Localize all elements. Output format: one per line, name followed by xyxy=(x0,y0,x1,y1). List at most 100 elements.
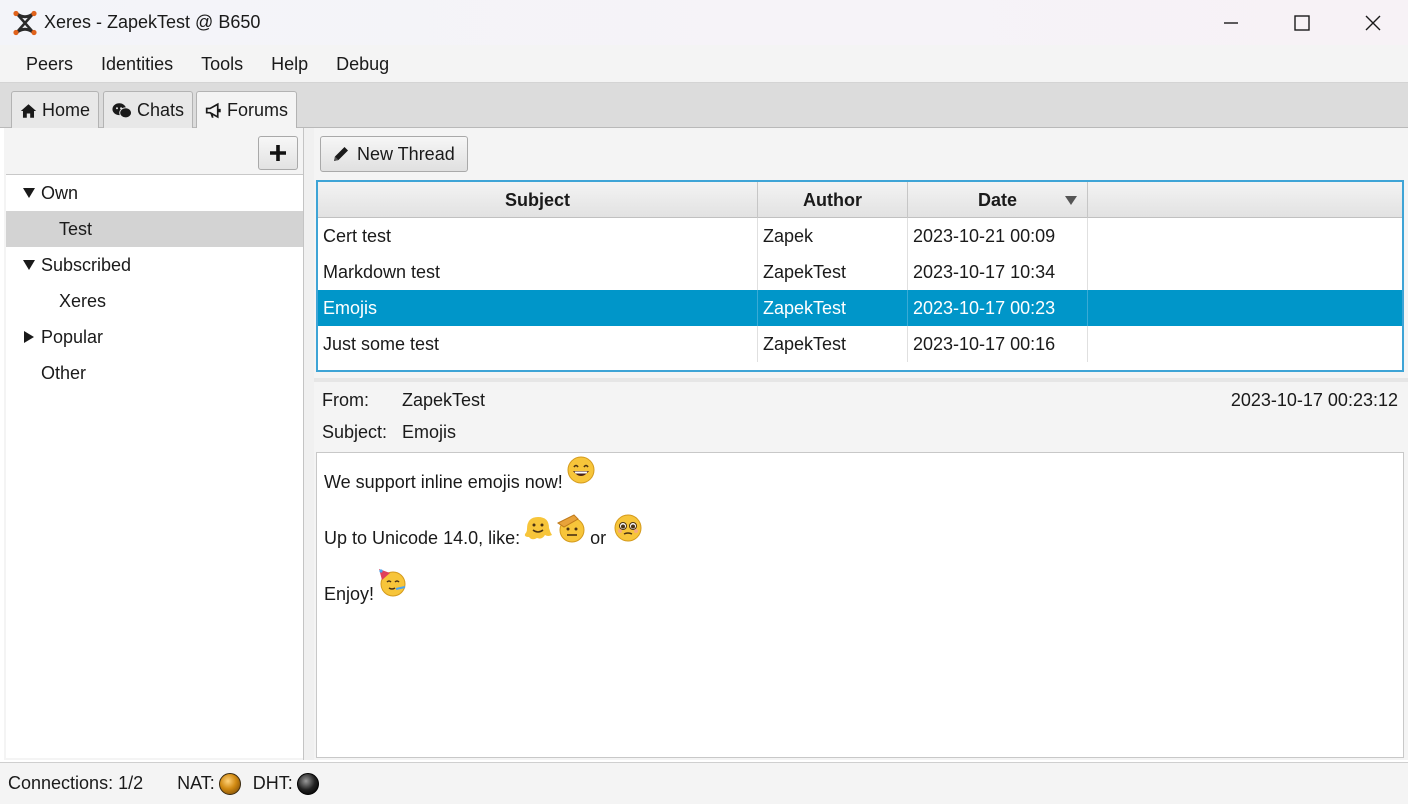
cell-subject: Just some test xyxy=(318,326,758,362)
tab-forums-label: Forums xyxy=(226,100,288,120)
table-row[interactable]: Markdown test ZapekTest 2023-10-17 10:34 xyxy=(318,254,1402,290)
tree-item-other[interactable]: Other xyxy=(6,355,303,391)
menu-tools[interactable]: Tools xyxy=(187,45,257,83)
from-value: ZapekTest xyxy=(402,390,486,410)
cell-filler xyxy=(1088,326,1402,362)
tree-item-subscribed[interactable]: Subscribed xyxy=(6,247,303,283)
status-bar: Connections: 1/2 NAT: DHT: xyxy=(0,762,1408,804)
close-button[interactable] xyxy=(1337,0,1408,45)
app-logo-icon xyxy=(13,10,37,35)
window-title: Xeres - ZapekTest @ B650 xyxy=(44,12,261,32)
add-forum-button[interactable] xyxy=(258,136,298,170)
tab-home-label: Home xyxy=(41,100,90,120)
cell-date: 2023-10-17 00:23 xyxy=(908,290,1088,326)
cell-author: Zapek xyxy=(758,218,908,254)
megaphone-icon xyxy=(205,102,221,118)
menu-peers[interactable]: Peers xyxy=(12,45,87,83)
sort-descending-icon xyxy=(1065,196,1077,205)
tree-label: Own xyxy=(41,182,79,203)
tree-label: Test xyxy=(59,218,93,239)
pencil-icon xyxy=(334,147,348,161)
tab-home[interactable]: Home xyxy=(11,91,99,129)
window-controls xyxy=(1195,0,1408,45)
new-thread-label: New Thread xyxy=(357,143,455,164)
table-row[interactable]: Cert test Zapek 2023-10-21 00:09 xyxy=(318,218,1402,254)
close-icon xyxy=(1365,15,1380,30)
tree-item-test[interactable]: Test xyxy=(6,211,303,247)
message-line: Up to Unicode 14.0, like: or xyxy=(324,513,1396,549)
cell-author: ZapekTest xyxy=(758,290,908,326)
message-line: Enjoy! xyxy=(324,569,1396,605)
minimize-icon xyxy=(1223,21,1238,24)
tree-label: Subscribed xyxy=(41,254,132,275)
tree-item-xeres[interactable]: Xeres xyxy=(6,283,303,319)
holding-back-tears-emoji-icon xyxy=(614,514,642,542)
home-icon xyxy=(20,103,37,118)
menu-bar: Peers Identities Tools Help Debug xyxy=(0,45,1408,83)
thread-table: Subject Author Date Cert test Zapek 2023… xyxy=(316,180,1404,372)
expand-arrow-icon[interactable] xyxy=(22,186,36,200)
column-header-date-label: Date xyxy=(977,189,1017,210)
cell-filler xyxy=(1088,218,1402,254)
tree-label: Popular xyxy=(41,326,104,347)
dht-status-indicator-icon xyxy=(296,772,319,795)
tab-strip: Home Chats Forums xyxy=(0,83,1408,129)
tree-item-own[interactable]: Own xyxy=(6,175,303,211)
maximize-button[interactable] xyxy=(1266,0,1337,45)
nat-status-indicator-icon xyxy=(218,772,241,795)
plus-icon xyxy=(270,145,286,161)
cell-filler xyxy=(1088,254,1402,290)
column-header-author[interactable]: Author xyxy=(758,182,908,218)
message-text: Up to Unicode 14.0, like: xyxy=(324,528,521,548)
message-line: We support inline emojis now! xyxy=(324,456,1396,493)
menu-identities[interactable]: Identities xyxy=(87,45,187,83)
cell-subject: Cert test xyxy=(318,218,758,254)
cell-date: 2023-10-21 00:09 xyxy=(908,218,1088,254)
split-divider[interactable] xyxy=(304,128,314,760)
table-header: Subject Author Date xyxy=(318,182,1402,218)
connections-status: Connections: 1/2 xyxy=(8,773,144,793)
message-timestamp: 2023-10-17 00:23:12 xyxy=(1230,390,1398,410)
table-row-selected[interactable]: Emojis ZapekTest 2023-10-17 00:23 xyxy=(318,290,1402,326)
menu-help[interactable]: Help xyxy=(257,45,322,83)
tree-item-popular[interactable]: Popular xyxy=(6,319,303,355)
cell-date: 2023-10-17 10:34 xyxy=(908,254,1088,290)
forum-tree: Own Test Subscribed Xeres Popular Other xyxy=(6,174,303,758)
tab-forums[interactable]: Forums xyxy=(196,91,297,129)
forum-content-panel: New Thread Subject Author Date Cert test… xyxy=(314,128,1408,760)
dht-label: DHT: xyxy=(252,773,293,793)
cell-date: 2023-10-17 00:16 xyxy=(908,326,1088,362)
tab-chats-label: Chats xyxy=(136,100,184,120)
forum-list-panel: Own Test Subscribed Xeres Popular Other xyxy=(4,128,304,760)
cell-subject: Markdown test xyxy=(318,254,758,290)
saluting-face-emoji-icon xyxy=(557,514,585,543)
tree-label: Xeres xyxy=(59,290,107,311)
column-header-date[interactable]: Date xyxy=(908,182,1088,218)
cell-author: ZapekTest xyxy=(758,254,908,290)
collapse-arrow-icon[interactable] xyxy=(22,330,36,344)
message-header: From: ZapekTest 2023-10-17 00:23:12 Subj… xyxy=(314,382,1408,452)
subject-label: Subject: xyxy=(322,422,388,442)
subject-value: Emojis xyxy=(402,422,457,442)
new-thread-button[interactable]: New Thread xyxy=(320,136,468,172)
expand-arrow-icon[interactable] xyxy=(22,258,36,272)
column-header-subject[interactable]: Subject xyxy=(318,182,758,218)
melting-face-emoji-icon xyxy=(524,517,553,540)
nat-label: NAT: xyxy=(177,773,215,793)
table-row[interactable]: Just some test ZapekTest 2023-10-17 00:1… xyxy=(318,326,1402,362)
chat-icon xyxy=(112,102,132,118)
message-text: Enjoy! xyxy=(324,584,375,604)
maximize-icon xyxy=(1293,14,1310,31)
tab-chats[interactable]: Chats xyxy=(103,91,193,129)
from-label: From: xyxy=(322,390,369,410)
message-body: We support inline emojis now! Up to Unic… xyxy=(316,452,1404,758)
cell-filler xyxy=(1088,290,1402,326)
grinning-face-emoji-icon xyxy=(567,456,595,484)
message-text-or: or xyxy=(590,528,607,548)
title-bar: Xeres - ZapekTest @ B650 xyxy=(0,0,1408,45)
message-text: We support inline emojis now! xyxy=(324,472,563,492)
partying-face-emoji-icon xyxy=(379,569,406,597)
minimize-button[interactable] xyxy=(1195,0,1266,45)
cell-subject: Emojis xyxy=(318,290,758,326)
menu-debug[interactable]: Debug xyxy=(322,45,403,83)
